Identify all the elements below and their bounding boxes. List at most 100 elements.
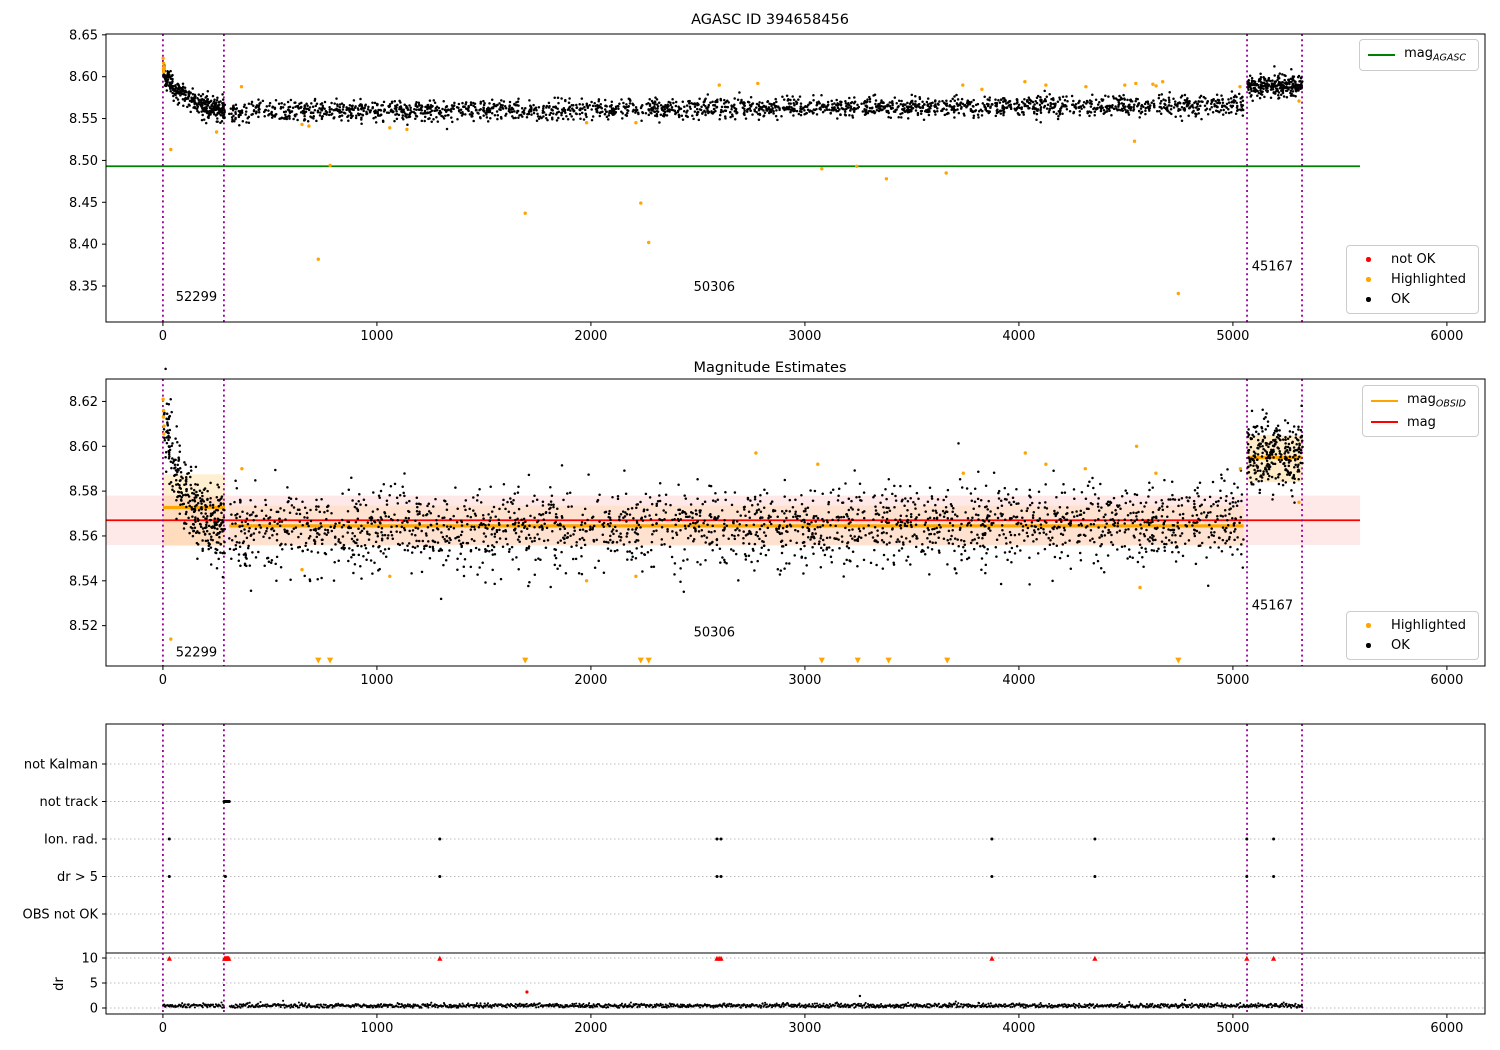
flag-row-label: not Kalman (24, 758, 98, 773)
highlighted-point (647, 240, 651, 245)
legend-item: magOBSID (1370, 392, 1466, 410)
x-tick-label: 2000 (574, 673, 607, 688)
dr-axis-label: dr (52, 977, 67, 991)
below-range-marker-icon (818, 657, 825, 664)
dr-tick-label: 10 (81, 952, 98, 967)
flag-point (719, 837, 723, 841)
highlighted-point (1154, 84, 1158, 88)
below-range-marker-icon (944, 657, 951, 664)
flag-point (438, 875, 442, 878)
highlighted-point (169, 147, 173, 152)
x-tick-label: 5000 (1216, 1021, 1249, 1036)
highlighted-point (1151, 82, 1155, 86)
highlighted-point (1023, 451, 1027, 455)
legend-item-label: OK (1391, 638, 1410, 653)
x-tick-label: 3000 (788, 673, 821, 688)
y-tick-label: 8.54 (69, 574, 98, 589)
highlighted-point (1084, 85, 1088, 89)
x-tick-label: 6000 (1430, 1021, 1463, 1036)
x-tick-label: 0 (159, 1021, 167, 1036)
highlighted-point (820, 167, 824, 171)
highlighted-point (1134, 81, 1138, 86)
flag-point (715, 875, 719, 878)
flag-point (715, 837, 719, 841)
flag-row-label: dr > 5 (57, 870, 98, 885)
highlighted-point (961, 83, 965, 87)
legend-mag-agasc: magAGASC (1359, 39, 1479, 71)
highlighted-point (584, 121, 589, 125)
plots-canvas: 0 1000 2000 3000 4000 5000 60008.358.408.458.5… (23, 28, 1486, 1036)
below-range-marker-icon (326, 657, 334, 664)
y-tick-label: 8.35 (69, 280, 98, 295)
dr-tick-label: 5 (90, 977, 98, 992)
legend-item: mag (1370, 414, 1466, 430)
flag-point (167, 875, 171, 878)
highlighted-point (816, 462, 820, 466)
highlighted-point (162, 424, 166, 428)
agasc-magnitudes-plot: 0 1000 2000 3000 4000 5000 6000 8.35 8.40 8.45 8.5… (69, 28, 1486, 344)
x-tick-label: 2000 (574, 1021, 607, 1036)
highlighted-point (240, 467, 244, 471)
x-tick-label: 6000 (1430, 329, 1463, 344)
y-tick-label: 8.50 (69, 154, 98, 169)
highlighted-point (316, 257, 320, 261)
highlighted-point (584, 579, 589, 583)
highlighted-point (1083, 467, 1088, 471)
highlighted-point (944, 171, 948, 175)
below-range-marker-icon (637, 657, 644, 664)
flag-row-label: not track (39, 795, 98, 810)
highlighted-point (1123, 83, 1127, 87)
highlighted-point (388, 126, 392, 130)
dr-not-ok-point (525, 990, 529, 994)
flag-point (1093, 875, 1097, 878)
x-tick-label: 1000 (360, 673, 393, 688)
flag-point (1272, 875, 1276, 878)
x-tick-label: 5000 (1216, 673, 1249, 688)
flag-point (1272, 837, 1276, 841)
y-tick-label: 8.60 (69, 70, 98, 85)
highlighted-point (1044, 83, 1048, 87)
x-tick-label: 5000 (1216, 329, 1249, 344)
highlighted-point (756, 81, 760, 86)
legend-item: OK (1355, 638, 1466, 653)
flag-row-label: Ion. rad. (44, 833, 98, 848)
below-range-marker-icon (854, 657, 861, 664)
highlighted-point (1238, 85, 1242, 89)
highlighted-point (1161, 80, 1165, 84)
flag-row-label: OBS not OK (23, 908, 99, 923)
y-tick-label: 8.62 (69, 395, 98, 410)
legend-dot-swatch-icon (1355, 623, 1382, 628)
highlighted-point (1134, 444, 1139, 448)
highlighted-point (239, 85, 244, 89)
highlighted-point (1176, 291, 1181, 296)
highlighted-point (1023, 80, 1027, 84)
axes-frame (105, 723, 1486, 1015)
highlighted-point (161, 408, 166, 413)
legend-item-label: not OK (1391, 252, 1436, 267)
highlighted-point (1297, 500, 1301, 504)
flag-point (990, 837, 994, 841)
legend-item-label: Highlighted (1391, 272, 1466, 287)
highlighted-point (388, 574, 392, 578)
legend-item-label: Highlighted (1391, 618, 1466, 633)
legend-item-label: OK (1391, 292, 1410, 307)
highlighted-point (1238, 467, 1243, 471)
y-tick-label: 8.45 (69, 196, 98, 211)
highlighted-point (1044, 462, 1048, 466)
y-tick-label: 8.55 (69, 112, 98, 127)
highlighted-point (634, 121, 638, 125)
legend-item: not OK (1355, 252, 1466, 267)
figure-root: AGASC ID 394658456 Magnitude Estimates 0… (0, 0, 1500, 1050)
legend-item-label: mag (1406, 414, 1436, 430)
highlighted-point (214, 130, 219, 134)
highlighted-point (1297, 99, 1301, 103)
highlighted-point (300, 567, 304, 572)
legend-item-label: magAGASC (1404, 46, 1466, 64)
x-tick-label: 4000 (1002, 673, 1035, 688)
magnitude-estimates-plot: 0 1000 2000 3000 4000 5000 6000 8.52 8.54 8.56 8.5… (69, 367, 1486, 688)
dr-spike-point (1183, 998, 1187, 1002)
flag-point (223, 875, 227, 878)
legend-line-swatch-icon (1370, 421, 1398, 424)
highlighted-point (754, 451, 758, 455)
dr-tick-label: 0 (90, 1002, 98, 1017)
